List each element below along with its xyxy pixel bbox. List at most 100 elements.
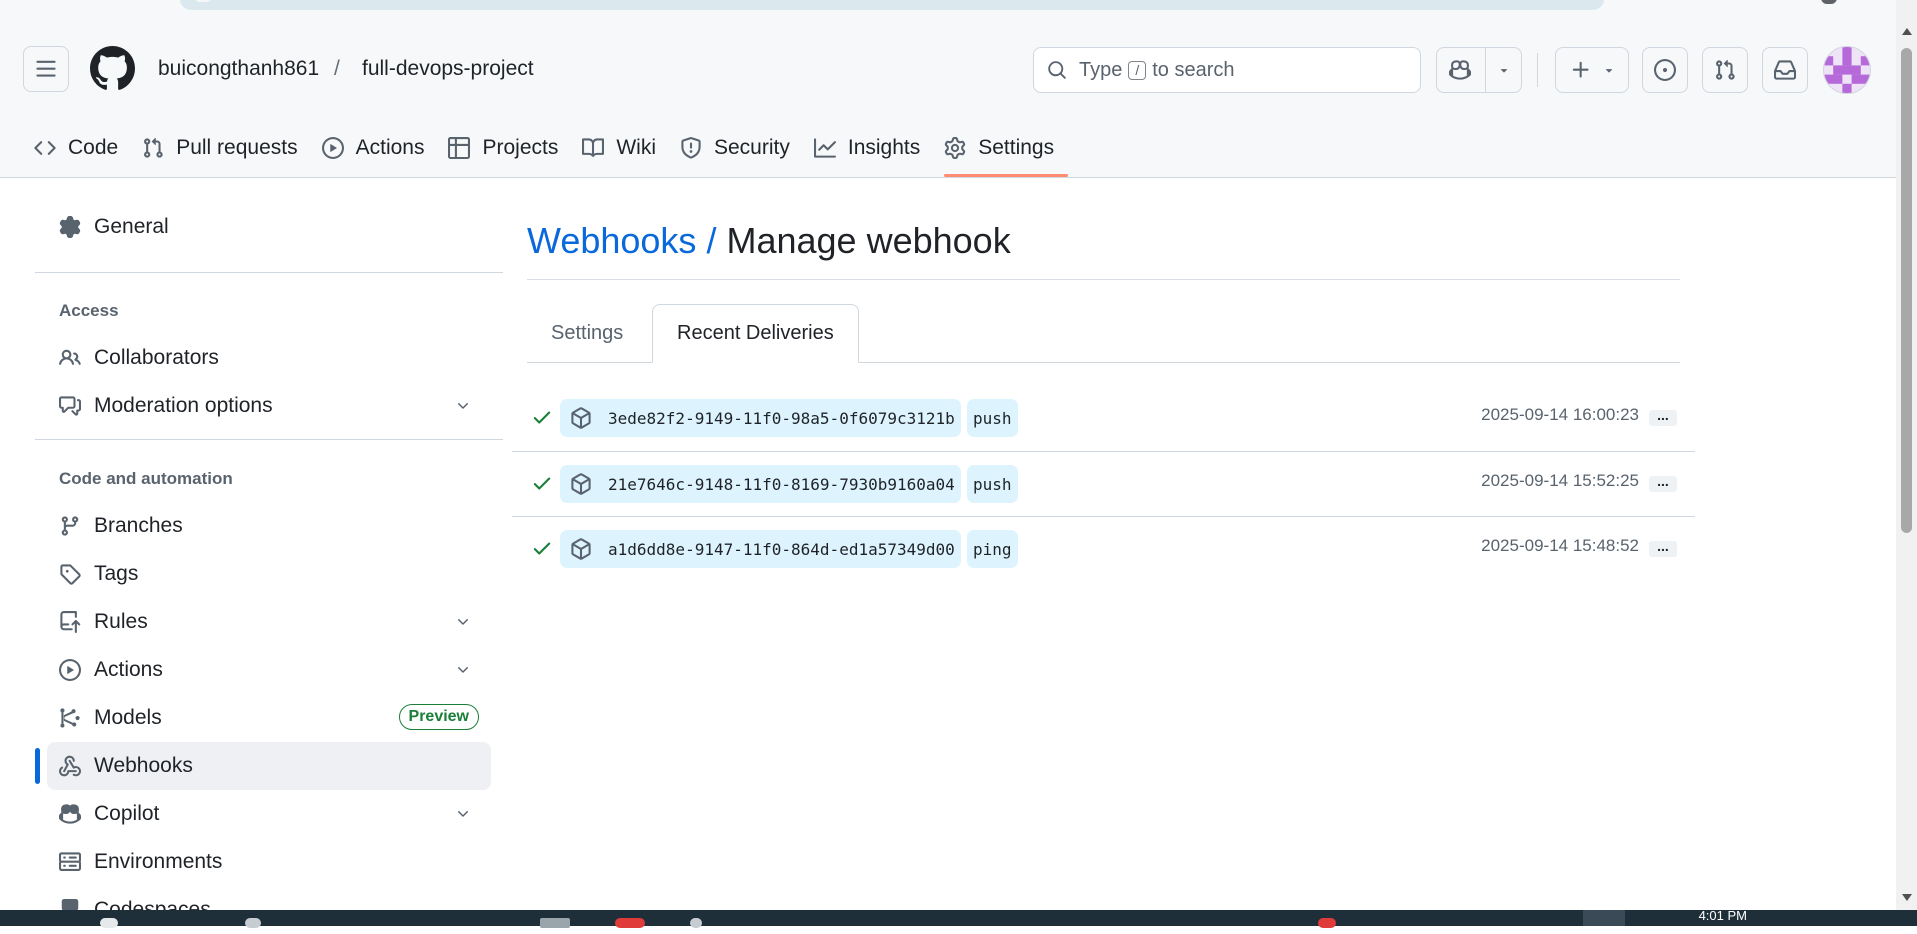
delivery-guid[interactable]: a1d6dd8e-9147-11f0-864d-ed1a57349d00 xyxy=(560,530,961,568)
search-taskbar-icon[interactable] xyxy=(245,918,261,928)
breadcrumb-webhooks-link[interactable]: Webhooks xyxy=(527,220,696,261)
sidebar-item-tags[interactable]: Tags xyxy=(47,550,491,598)
inbox-icon xyxy=(1774,60,1796,80)
tag-icon xyxy=(60,564,81,585)
webhook-icon xyxy=(59,755,81,777)
tab-label: Pull requests xyxy=(176,136,298,159)
scroll-up-arrow-icon[interactable] xyxy=(1902,28,1912,35)
tab-label: Actions xyxy=(355,136,425,159)
issues-button[interactable] xyxy=(1642,47,1688,93)
ai-model-icon xyxy=(60,708,80,728)
sidebar-item-environments[interactable]: Environments xyxy=(47,838,491,886)
delivery-guid[interactable]: 21e7646c-9148-11f0-8169-7930b9160a04 xyxy=(560,465,961,503)
sidebar-item-label: Rules xyxy=(94,610,148,633)
copilot-icon xyxy=(59,804,81,824)
tab-actions[interactable]: Actions xyxy=(310,127,437,169)
taskbar-app-icon[interactable] xyxy=(615,918,645,928)
gear-icon xyxy=(59,216,81,238)
delivery-row[interactable]: a1d6dd8e-9147-11f0-864d-ed1a57349d00 pin… xyxy=(512,517,1695,582)
tab-label: Projects xyxy=(482,136,559,159)
tab-pull-requests[interactable]: Pull requests xyxy=(130,127,309,169)
site-info-icon[interactable] xyxy=(194,0,212,2)
create-new-button[interactable] xyxy=(1555,47,1629,93)
chevron-down-icon xyxy=(1605,69,1613,73)
start-icon[interactable] xyxy=(100,918,118,928)
tab-code[interactable]: Code xyxy=(22,127,130,169)
hamburger-icon xyxy=(36,60,56,77)
code-icon xyxy=(34,141,56,155)
browser-profile-icon[interactable] xyxy=(1821,0,1837,4)
plus-icon xyxy=(1572,61,1589,78)
delivery-expand-button[interactable]: ... xyxy=(1649,474,1677,492)
repo-name-link[interactable]: full-devops-project xyxy=(362,57,534,81)
repo-push-icon xyxy=(60,611,81,633)
tab-webhook-settings[interactable]: Settings xyxy=(527,304,647,362)
tab-recent-deliveries[interactable]: Recent Deliveries xyxy=(652,304,859,363)
sidebar-item-webhooks[interactable]: Webhooks xyxy=(47,742,491,790)
check-icon xyxy=(533,477,551,490)
task-view-icon[interactable] xyxy=(540,918,570,928)
sidebar-item-models[interactable]: Models Preview xyxy=(47,694,491,742)
sidebar-item-general[interactable]: General xyxy=(47,203,491,251)
sidebar-item-rules[interactable]: Rules xyxy=(47,598,491,646)
sidebar-item-copilot[interactable]: Copilot xyxy=(47,790,491,838)
os-taskbar: 4:01 PM xyxy=(0,908,1917,928)
avatar[interactable] xyxy=(1823,46,1871,94)
tab-insights[interactable]: Insights xyxy=(802,127,932,169)
sidebar-item-branches[interactable]: Branches xyxy=(47,502,491,550)
delivery-guid[interactable]: 3ede82f2-9149-11f0-98a5-0f6079c3121b xyxy=(560,399,961,437)
comment-discussion-icon xyxy=(59,396,81,416)
sidebar-item-moderation-options[interactable]: Moderation options xyxy=(47,382,491,430)
page-scrollbar[interactable] xyxy=(1896,0,1917,910)
sidebar-item-label: Models xyxy=(94,706,162,729)
inbox-button[interactable] xyxy=(1762,47,1808,93)
sidebar-divider xyxy=(35,272,503,273)
delivery-timestamp: 2025-09-14 15:52:25 xyxy=(1481,471,1639,490)
scroll-down-arrow-icon[interactable] xyxy=(1902,894,1912,901)
sidebar-item-label: Moderation options xyxy=(94,394,273,417)
delivery-row[interactable]: 3ede82f2-9149-11f0-98a5-0f6079c3121b pus… xyxy=(512,386,1695,451)
delivery-expand-button[interactable]: ... xyxy=(1649,408,1677,426)
delivery-guid-text: 3ede82f2-9149-11f0-98a5-0f6079c3121b xyxy=(608,408,955,428)
tab-projects[interactable]: Projects xyxy=(436,127,570,169)
search-placeholder-prefix: Type xyxy=(1079,58,1123,81)
pull-requests-button[interactable] xyxy=(1702,47,1748,93)
chrome-taskbar-icon[interactable] xyxy=(1318,918,1336,928)
browser-address-bar[interactable] xyxy=(180,0,1604,10)
sidebar-item-label: Collaborators xyxy=(94,346,219,369)
check-icon xyxy=(533,542,551,555)
tab-security[interactable]: Security xyxy=(668,127,802,169)
taskbar-app-icon[interactable] xyxy=(690,918,702,928)
tab-settings[interactable]: Settings xyxy=(932,127,1069,177)
search-icon xyxy=(1048,61,1066,79)
repo-owner-link[interactable]: buicongthanh861 xyxy=(158,57,319,81)
identicon-icon xyxy=(1824,47,1870,93)
title-divider xyxy=(527,279,1680,280)
search-input[interactable]: Type / to search xyxy=(1033,47,1421,93)
active-taskbar-app[interactable] xyxy=(1583,910,1625,926)
github-logo-icon[interactable] xyxy=(90,46,135,91)
sidebar-item-label: Environments xyxy=(94,850,223,873)
check-icon xyxy=(533,411,551,424)
copilot-split-button[interactable] xyxy=(1436,47,1522,93)
scrollbar-thumb[interactable] xyxy=(1901,48,1912,533)
tab-label: Code xyxy=(68,136,119,159)
page-heading: Manage webhook xyxy=(726,220,1011,261)
tab-label: Settings xyxy=(978,136,1055,159)
sidebar-item-collaborators[interactable]: Collaborators xyxy=(47,334,491,382)
sidebar-item-actions[interactable]: Actions xyxy=(47,646,491,694)
sidebar-item-label: Webhooks xyxy=(94,754,193,777)
menu-button[interactable] xyxy=(23,46,69,92)
sidebar-item-label: Tags xyxy=(94,562,139,585)
breadcrumb-separator: / xyxy=(706,220,717,261)
delivery-expand-button[interactable]: ... xyxy=(1649,539,1677,557)
shield-icon xyxy=(681,137,701,159)
tab-wiki[interactable]: Wiki xyxy=(570,127,668,169)
issue-opened-icon xyxy=(1654,59,1676,81)
people-icon xyxy=(59,349,81,365)
taskbar-clock: 4:01 PM xyxy=(1698,908,1747,923)
sidebar-divider xyxy=(35,439,503,440)
delivery-row[interactable]: 21e7646c-9148-11f0-8169-7930b9160a04 pus… xyxy=(512,452,1695,517)
chevron-down-icon xyxy=(458,667,468,673)
sidebar-item-label: Copilot xyxy=(94,802,160,825)
